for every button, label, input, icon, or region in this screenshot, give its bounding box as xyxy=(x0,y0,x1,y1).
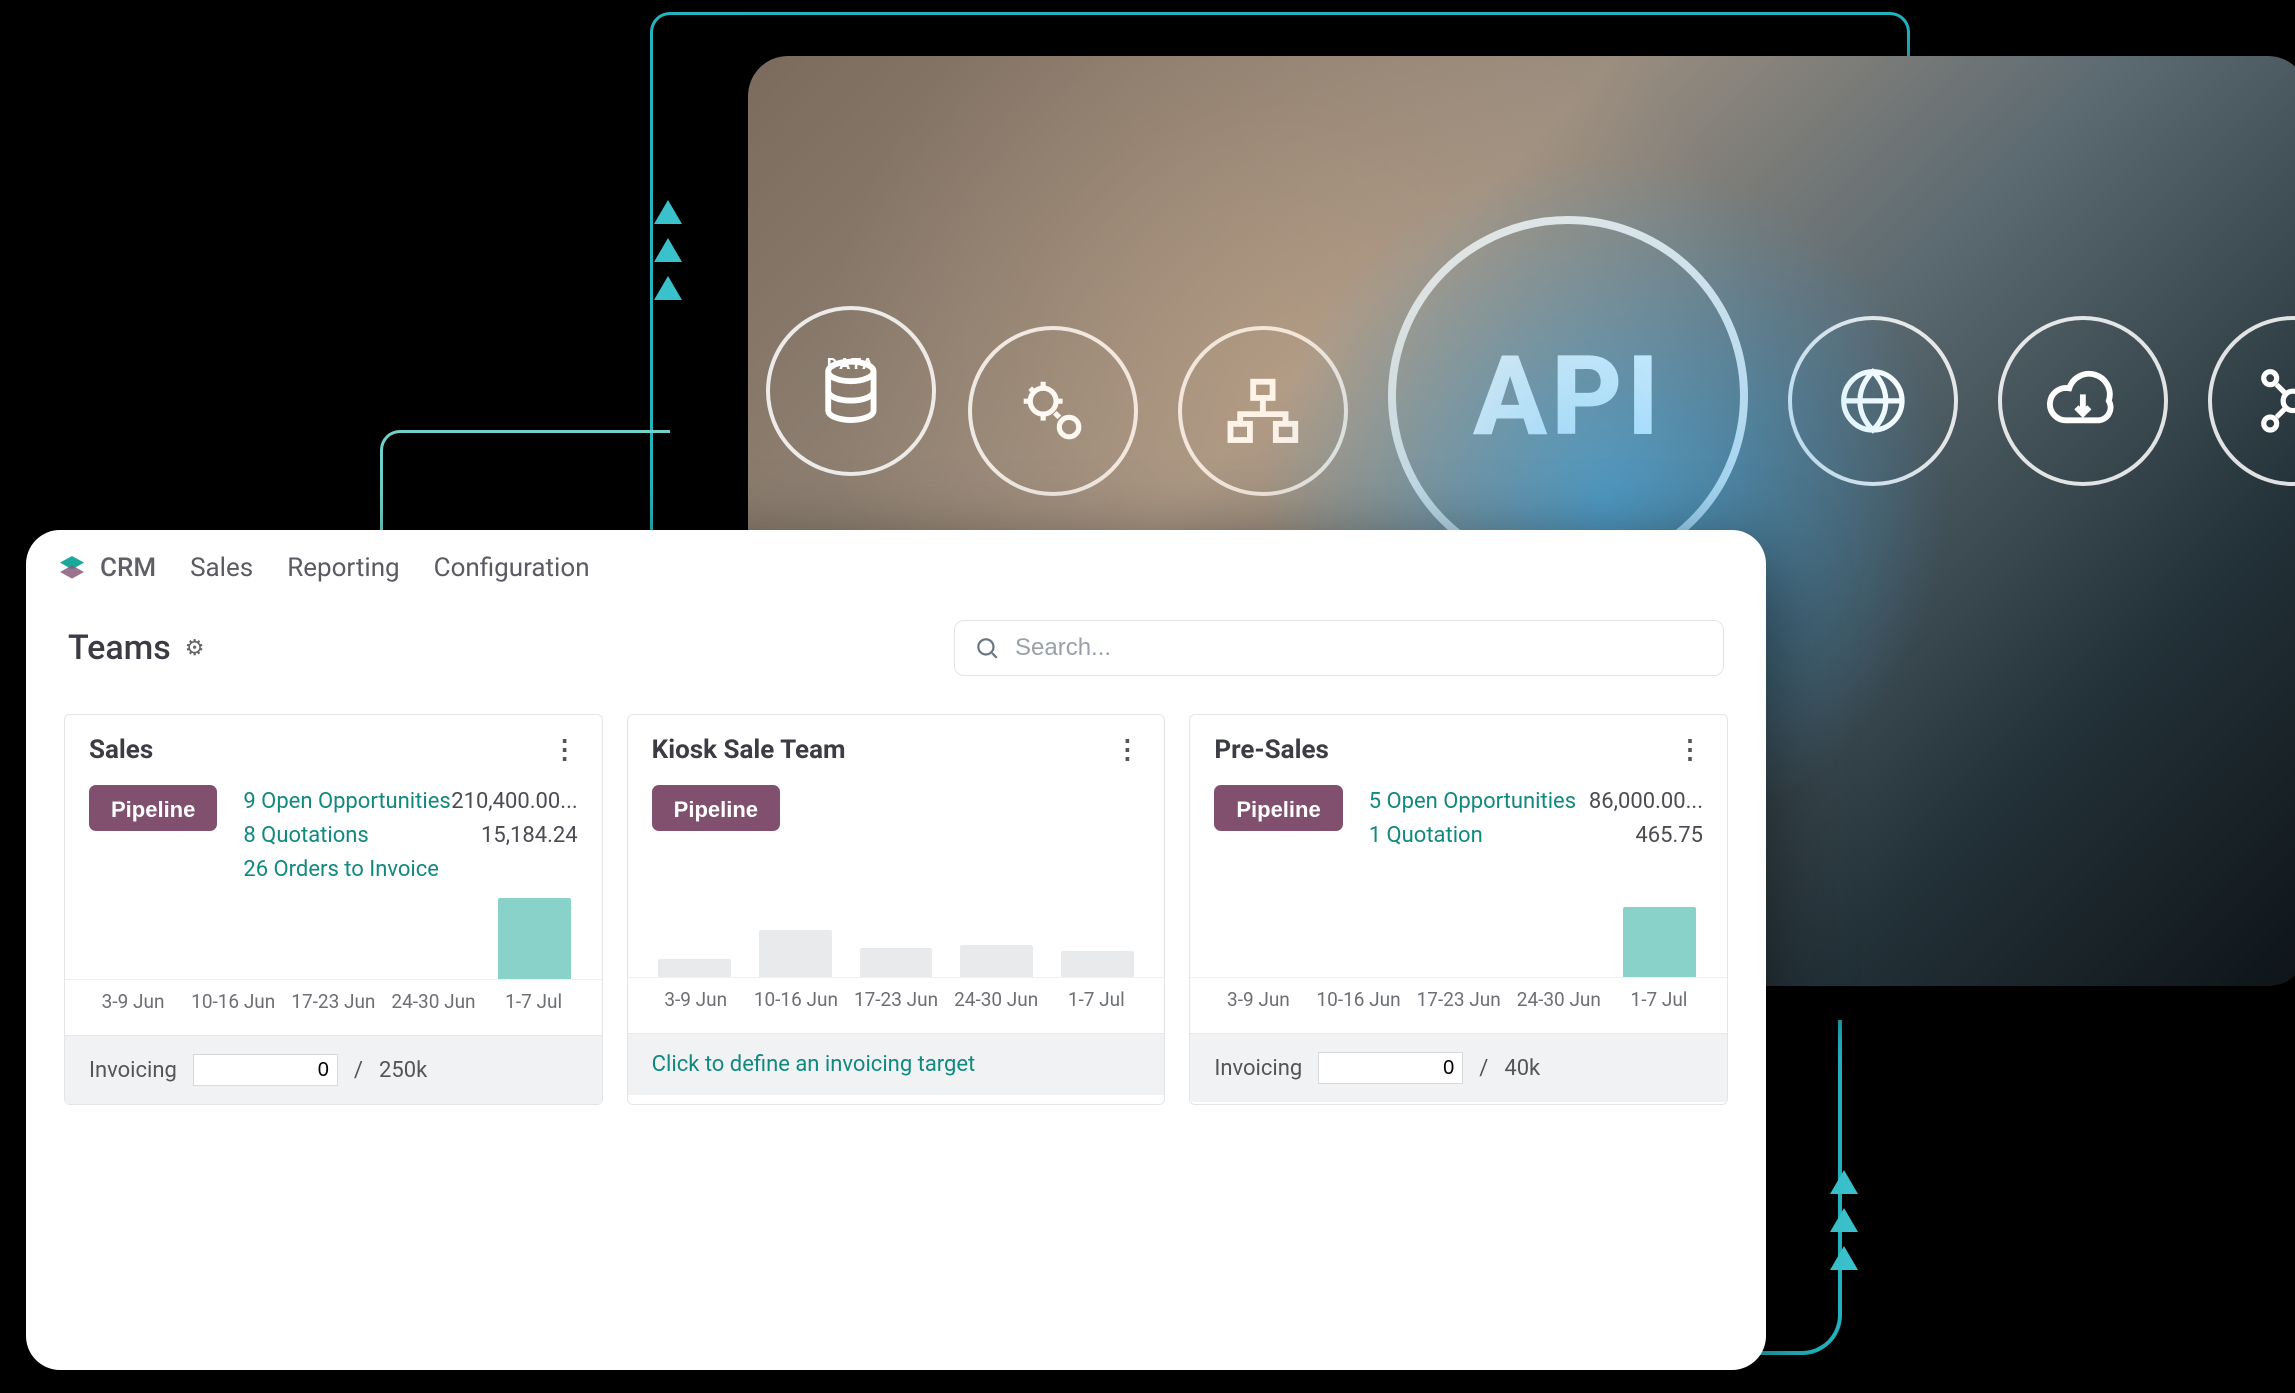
more-icon[interactable]: ⋮ xyxy=(1114,744,1140,757)
value: 465.75 xyxy=(1635,819,1703,853)
globe-icon xyxy=(1788,316,1958,486)
mini-bar-chart xyxy=(65,887,602,979)
api-badge-icon: API xyxy=(1388,216,1748,576)
card-title: Pre-Sales xyxy=(1214,735,1329,765)
pipeline-button[interactable]: Pipeline xyxy=(652,785,780,831)
crm-topbar: CRM Sales Reporting Configuration xyxy=(26,530,1766,606)
app-name: CRM xyxy=(100,553,156,583)
crm-logo[interactable]: CRM xyxy=(56,552,156,584)
nav-reporting[interactable]: Reporting xyxy=(287,553,399,583)
footer-sep: / xyxy=(354,1058,363,1083)
value: 15,184.24 xyxy=(481,819,578,853)
app-logo-icon xyxy=(56,552,88,584)
footer-sep: / xyxy=(1479,1056,1488,1081)
invoicing-input[interactable] xyxy=(193,1054,338,1086)
card-links: 9 Open Opportunities210,400.00... 8 Quot… xyxy=(243,785,577,887)
card-footer: Invoicing / 40k xyxy=(1190,1033,1727,1102)
chart-axis-labels: 3-9 Jun10-16 Jun17-23 Jun24-30 Jun1-7 Ju… xyxy=(628,977,1165,1033)
card-sales: Sales ⋮ Pipeline 9 Open Opportunities210… xyxy=(64,714,603,1105)
data-db-icon: DATA xyxy=(766,306,936,476)
value: 86,000.00... xyxy=(1589,785,1703,819)
crm-nav: Sales Reporting Configuration xyxy=(190,553,590,583)
footer-label: Invoicing xyxy=(1214,1056,1302,1081)
decorative-line-right xyxy=(1838,1020,1842,1280)
card-links: 5 Open Opportunities 86,000.00... 1 Quota… xyxy=(1369,785,1703,885)
team-cards: Sales ⋮ Pipeline 9 Open Opportunities210… xyxy=(26,696,1766,1123)
link-orders-invoice[interactable]: 26 Orders to Invoice xyxy=(243,853,439,887)
data-label: DATA xyxy=(770,354,932,373)
org-tree-icon xyxy=(1178,326,1348,496)
arrow-up-icon xyxy=(654,200,682,224)
arrow-up-icon xyxy=(654,276,682,300)
network-icon xyxy=(2208,316,2295,486)
link-quotations[interactable]: 1 Quotation xyxy=(1369,819,1483,853)
card-footer: Invoicing / 250k xyxy=(65,1035,602,1104)
chart-axis-labels: 3-9 Jun10-16 Jun17-23 Jun24-30 Jun1-7 Ju… xyxy=(1190,977,1727,1033)
mini-bar-chart xyxy=(1190,885,1727,977)
nav-sales[interactable]: Sales xyxy=(190,553,253,583)
page-title: Teams xyxy=(68,628,171,668)
search-input[interactable] xyxy=(954,620,1724,676)
more-icon[interactable]: ⋮ xyxy=(552,744,578,757)
pipeline-button[interactable]: Pipeline xyxy=(1214,785,1342,831)
subheader: Teams ⚙ xyxy=(26,606,1766,696)
chart-axis-labels: 3-9 Jun10-16 Jun17-23 Jun24-30 Jun1-7 Ju… xyxy=(65,979,602,1035)
card-title: Sales xyxy=(89,735,153,765)
link-quotations[interactable]: 8 Quotations xyxy=(243,819,368,853)
footer-label: Invoicing xyxy=(89,1058,177,1083)
gear-icon[interactable]: ⚙ xyxy=(185,636,205,661)
search-icon xyxy=(974,635,1000,665)
cloud-sync-icon xyxy=(1998,316,2168,486)
arrow-up-icon xyxy=(654,238,682,262)
link-open-opps[interactable]: 5 Open Opportunities xyxy=(1369,785,1576,819)
mini-bar-chart xyxy=(628,885,1165,977)
define-target-link[interactable]: Click to define an invoicing target xyxy=(652,1052,976,1077)
nav-configuration[interactable]: Configuration xyxy=(434,553,590,583)
card-kiosk: Kiosk Sale Team ⋮ Pipeline 3-9 Jun10-16 … xyxy=(627,714,1166,1105)
arrow-up-icon xyxy=(1830,1208,1858,1232)
search-wrap xyxy=(954,620,1724,676)
api-label: API xyxy=(1473,332,1663,461)
arrow-up-icon xyxy=(1830,1246,1858,1270)
value: 210,400.00... xyxy=(451,785,577,819)
gears-icon xyxy=(968,326,1138,496)
invoicing-input[interactable] xyxy=(1318,1052,1463,1084)
card-title: Kiosk Sale Team xyxy=(652,735,846,765)
crm-window: CRM Sales Reporting Configuration Teams … xyxy=(26,530,1766,1370)
card-presales: Pre-Sales ⋮ Pipeline 5 Open Opportunitie… xyxy=(1189,714,1728,1105)
footer-target: 250k xyxy=(379,1058,427,1083)
pipeline-button[interactable]: Pipeline xyxy=(89,785,217,831)
more-icon[interactable]: ⋮ xyxy=(1677,744,1703,757)
arrow-up-icon xyxy=(1830,1170,1858,1194)
footer-target: 40k xyxy=(1504,1056,1540,1081)
page-title-wrap: Teams ⚙ xyxy=(68,628,205,668)
link-open-opps[interactable]: 9 Open Opportunities xyxy=(243,785,450,819)
card-footer: Click to define an invoicing target xyxy=(628,1033,1165,1095)
